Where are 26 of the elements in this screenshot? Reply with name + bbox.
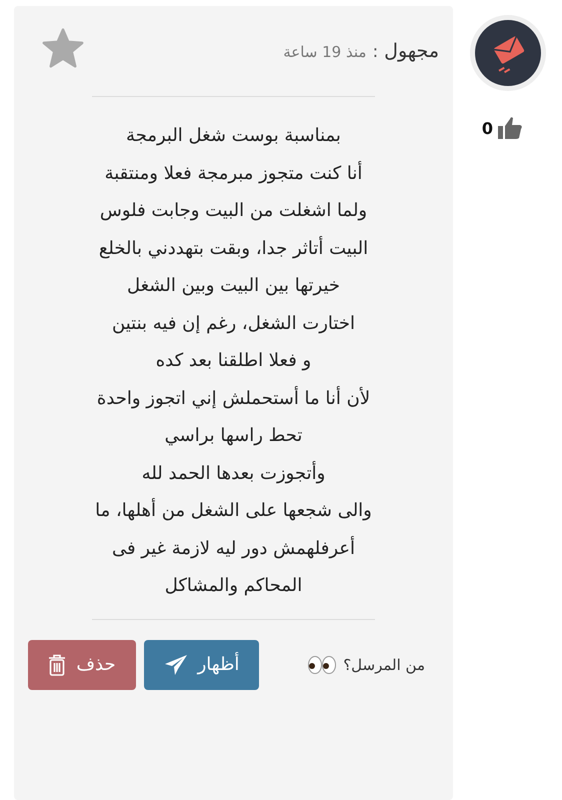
reveal-button[interactable]: أظهار <box>144 640 259 690</box>
star-icon[interactable] <box>42 28 84 68</box>
message-line: لأن أنا ما أستحملش إني اتجوز واحدة <box>96 385 372 410</box>
message-line: خيرتها بين البيت وبين الشغل <box>126 274 342 298</box>
message-line: والى شجعها على الشغل من أهلها، ما <box>94 497 373 523</box>
avatar-icon <box>468 14 546 92</box>
message-line: بمناسبة بوست شغل البرمجة <box>125 124 342 148</box>
message-line: ولما اشغلت من البيت وجابت فلوس <box>98 199 368 223</box>
post-time: منذ 19 ساعة <box>283 43 366 61</box>
separator: : <box>372 42 378 62</box>
sender-question: من المرسل؟ <box>343 656 425 674</box>
message-line: أنا كنت متجوز مبرمجة فعلا ومنتقبة <box>104 160 364 186</box>
message-line: أعرفلهمش دور ليه لازمة غير فى <box>110 535 356 560</box>
paper-plane-icon <box>164 654 188 676</box>
trash-icon <box>48 654 66 676</box>
eyes-icon <box>307 656 338 674</box>
message-line: و فعلا اطلقنا بعد كده <box>154 349 312 373</box>
like-count: 0 <box>482 118 494 138</box>
author-name: مجهول <box>384 40 439 62</box>
message-line: البيت أتاثر جدا، وبقت بتهددني بالخلع <box>98 235 370 260</box>
message-line: اختارت الشغل، رغم إن فيه بنتين <box>111 312 356 336</box>
message-line: وأتجوزت بعدها الحمد لله <box>140 460 326 486</box>
message-line: المحاكم والمشاكل <box>164 574 304 598</box>
message-line: تحط راسها براسي <box>164 424 304 448</box>
thumbs-up-icon[interactable] <box>497 116 524 140</box>
delete-button[interactable]: حذف <box>28 640 136 690</box>
